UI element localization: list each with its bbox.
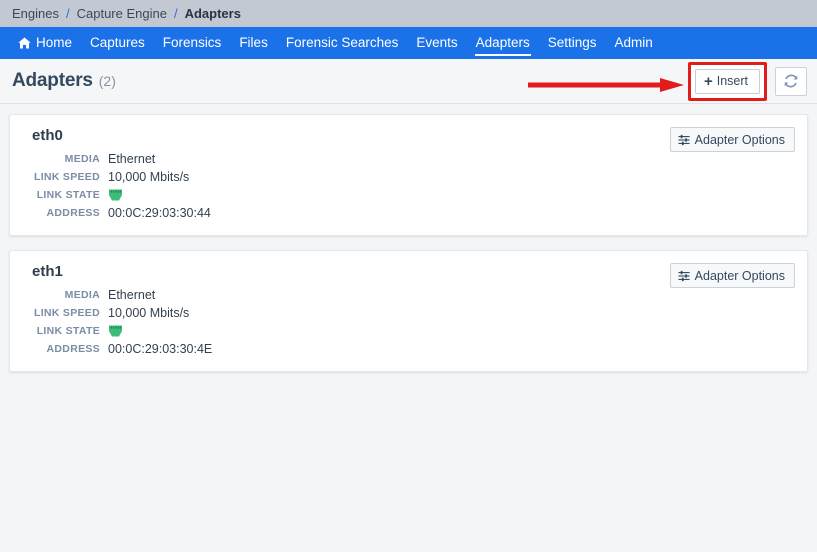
property-label-link-state: LINK STATE — [36, 325, 100, 337]
plus-icon: + — [703, 72, 713, 90]
main-navigation: Home Captures Forensics Files Forensic S… — [0, 27, 817, 59]
adapter-card: eth0 Adapter Options MEDIA Ethernet LINK… — [9, 114, 808, 236]
adapter-options-label: Adapter Options — [694, 132, 785, 147]
sliders-icon — [678, 270, 690, 282]
adapters-list: eth0 Adapter Options MEDIA Ethernet LINK… — [0, 104, 817, 372]
nav-item-label: Settings — [547, 35, 597, 51]
refresh-icon — [784, 74, 798, 88]
home-icon — [18, 37, 31, 49]
nav-item-admin[interactable]: Admin — [606, 27, 662, 59]
refresh-button[interactable] — [775, 66, 807, 96]
insert-button[interactable]: + Insert — [694, 68, 760, 94]
property-value-link-speed: 10,000 Mbits/s — [108, 170, 190, 184]
nav-item-settings[interactable]: Settings — [539, 27, 606, 59]
link-up-port-icon — [108, 325, 123, 341]
adapter-options-label: Adapter Options — [694, 268, 785, 283]
link-up-port-icon — [108, 189, 123, 205]
breadcrumb-separator: / — [65, 6, 70, 21]
nav-item-label: Events — [416, 35, 458, 51]
property-label-media: MEDIA — [64, 153, 100, 165]
adapter-properties: MEDIA Ethernet LINK SPEED 10,000 Mbits/s… — [22, 288, 795, 357]
adapter-properties: MEDIA Ethernet LINK SPEED 10,000 Mbits/s… — [22, 152, 795, 221]
sliders-icon — [678, 134, 690, 146]
property-value-address: 00:0C:29:03:30:4E — [108, 342, 213, 356]
property-label-link-speed: LINK SPEED — [33, 171, 100, 183]
page-title-count: (2) — [98, 73, 116, 89]
page-title: Adapters — [12, 70, 93, 91]
breadcrumb: Engines / Capture Engine / Adapters — [0, 0, 817, 27]
nav-item-adapters[interactable]: Adapters — [467, 27, 539, 59]
insert-button-highlight: + Insert — [687, 61, 767, 101]
property-value-link-state — [108, 325, 795, 338]
nav-item-label: Adapters — [475, 35, 530, 51]
breadcrumb-item-engines[interactable]: Engines — [12, 6, 59, 21]
property-value-media: Ethernet — [108, 288, 156, 302]
nav-item-files[interactable]: Files — [230, 27, 277, 59]
breadcrumb-item-capture-engine[interactable]: Capture Engine — [77, 6, 167, 21]
nav-item-label: Forensics — [162, 35, 222, 51]
nav-item-home[interactable]: Home — [9, 27, 81, 59]
nav-item-forensic-searches[interactable]: Forensic Searches — [277, 27, 408, 59]
adapter-options-button[interactable]: Adapter Options — [669, 263, 795, 288]
property-label-address: ADDRESS — [46, 343, 100, 355]
adapter-card: eth1 Adapter Options MEDIA Ethernet LINK… — [9, 250, 808, 372]
nav-item-label: Captures — [90, 35, 145, 51]
insert-button-label: Insert — [716, 74, 748, 88]
adapter-options-button[interactable]: Adapter Options — [669, 127, 795, 152]
page-toolbar: Adapters (2) + Insert — [0, 59, 817, 104]
property-label-link-speed: LINK SPEED — [33, 307, 100, 319]
property-label-address: ADDRESS — [46, 207, 100, 219]
nav-item-forensics[interactable]: Forensics — [154, 27, 231, 59]
nav-item-label: Files — [239, 35, 268, 51]
nav-item-label: Home — [36, 35, 73, 51]
nav-item-label: Forensic Searches — [285, 35, 399, 51]
nav-item-captures[interactable]: Captures — [81, 27, 154, 59]
property-label-link-state: LINK STATE — [36, 189, 100, 201]
property-value-media: Ethernet — [108, 152, 156, 166]
property-value-link-speed: 10,000 Mbits/s — [108, 306, 190, 320]
nav-item-label: Admin — [614, 35, 653, 51]
property-label-media: MEDIA — [64, 289, 100, 301]
breadcrumb-separator: / — [173, 6, 178, 21]
breadcrumb-item-adapters: Adapters — [184, 6, 241, 21]
nav-item-events[interactable]: Events — [407, 27, 466, 59]
property-value-address: 00:0C:29:03:30:44 — [108, 206, 211, 220]
property-value-link-state — [108, 189, 795, 202]
